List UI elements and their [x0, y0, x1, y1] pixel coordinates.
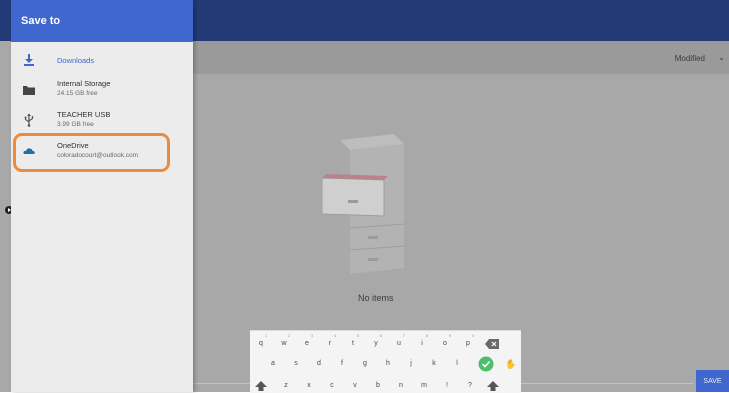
usb-icon — [24, 113, 34, 127]
backspace-icon[interactable] — [485, 339, 499, 349]
key-w[interactable]: w — [278, 340, 290, 347]
key-p[interactable]: p — [462, 340, 474, 347]
key-s[interactable]: s — [290, 360, 302, 367]
key-t[interactable]: t — [347, 340, 359, 347]
key-r[interactable]: r — [324, 340, 336, 347]
key-hint: 8 — [425, 333, 429, 338]
download-icon — [24, 54, 34, 66]
shift-right-icon[interactable] — [487, 381, 499, 391]
key-n[interactable]: n — [395, 382, 407, 389]
folder-icon — [23, 86, 35, 95]
empty-state-message: No items — [358, 293, 394, 303]
key-o[interactable]: o — [439, 340, 451, 347]
sort-row: Modified ⌄ — [193, 41, 729, 74]
key-d[interactable]: d — [313, 360, 325, 367]
key-hint: 6 — [379, 333, 383, 338]
key-l[interactable]: l — [451, 360, 463, 367]
on-screen-keyboard: 1 2 3 4 5 6 7 8 9 0 q w e r t y u i o p … — [250, 330, 521, 393]
key-k[interactable]: k — [428, 360, 440, 367]
key-q[interactable]: q — [255, 340, 267, 347]
key-j[interactable]: j — [405, 360, 417, 367]
key-v[interactable]: v — [349, 382, 361, 389]
key-z[interactable]: z — [280, 382, 292, 389]
root-title: Internal Storage — [57, 79, 111, 88]
key-i[interactable]: i — [416, 340, 428, 347]
empty-cabinet-icon — [322, 134, 405, 274]
root-title: TEACHER USB — [57, 110, 111, 119]
key-b[interactable]: b — [372, 382, 384, 389]
key-hint: 7 — [402, 333, 406, 338]
shift-left-icon[interactable] — [255, 381, 267, 391]
key-a[interactable]: a — [267, 360, 279, 367]
key-m[interactable]: m — [418, 382, 430, 389]
key-f[interactable]: f — [336, 360, 348, 367]
key-u[interactable]: u — [393, 340, 405, 347]
chevron-down-icon[interactable]: ⌄ — [718, 53, 725, 62]
key-hint: 2 — [287, 333, 291, 338]
drawer-header: Save to — [11, 0, 193, 42]
root-item-downloads[interactable]: Downloads — [11, 48, 193, 78]
key-hint: 9 — [448, 333, 452, 338]
hand-cursor-icon: ✋ — [505, 359, 517, 369]
roots-drawer: Save to Downloads Internal Storage 24.15… — [11, 0, 193, 392]
root-title: Downloads — [57, 56, 95, 65]
key-x[interactable]: x — [303, 382, 315, 389]
key-y[interactable]: y — [370, 340, 382, 347]
onedrive-highlight-outline — [13, 133, 170, 172]
root-item-internal-storage[interactable]: Internal Storage 24.15 GB free — [11, 76, 193, 106]
key-hint: 1 — [264, 333, 268, 338]
save-button[interactable]: SAVE — [696, 370, 729, 392]
drawer-title: Save to — [21, 15, 61, 27]
key-c[interactable]: c — [326, 382, 338, 389]
key-hint: 3 — [310, 333, 314, 338]
key-h[interactable]: h — [382, 360, 394, 367]
key-g[interactable]: g — [359, 360, 371, 367]
sort-dropdown[interactable]: Modified — [675, 54, 705, 63]
enter-check-icon[interactable] — [478, 356, 494, 372]
key-hint: 4 — [333, 333, 337, 338]
root-summary: 24.15 GB free — [57, 90, 98, 97]
key-hint: 0 — [471, 333, 475, 338]
key-question[interactable]: ? — [464, 382, 476, 389]
key-exclamation[interactable]: ! — [441, 382, 453, 389]
root-summary: 3.99 GB free — [57, 121, 94, 128]
key-e[interactable]: e — [301, 340, 313, 347]
key-hint: 5 — [356, 333, 360, 338]
